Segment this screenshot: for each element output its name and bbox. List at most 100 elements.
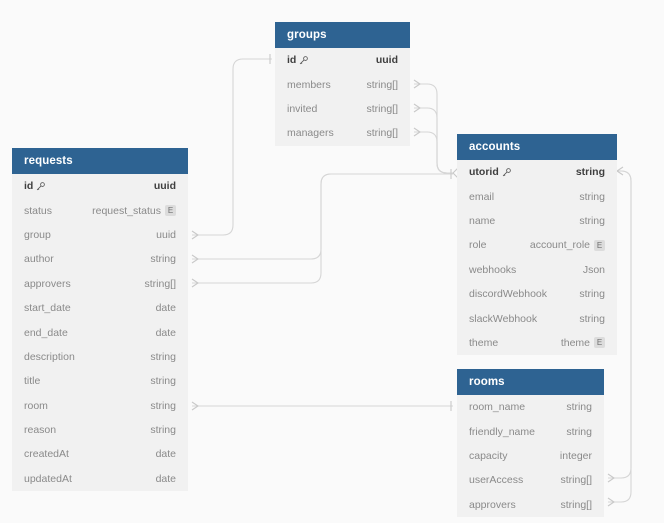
field-type: string — [579, 190, 605, 203]
field-row-accounts-webhooks[interactable]: webhooks Json — [457, 258, 617, 282]
field-row-rooms-friendly-name[interactable]: friendly_name string — [457, 419, 604, 443]
field-row-requests-reason[interactable]: reason string — [12, 418, 188, 442]
edge-groups-managers-to-accounts-utorid — [414, 131, 453, 174]
field-name: author — [24, 253, 54, 266]
edge-groups-members-to-accounts-utorid — [414, 83, 453, 174]
field-type: string[] — [366, 127, 398, 140]
field-name: userAccess — [469, 474, 524, 487]
field-type: string — [579, 312, 605, 325]
field-row-requests-title[interactable]: title string — [12, 369, 188, 393]
table-rooms[interactable]: rooms room_name string friendly_name str… — [457, 369, 604, 517]
field-row-rooms-approvers[interactable]: approvers string[] — [457, 493, 604, 517]
table-rows-requests: id uuid status request_status E group uu… — [12, 174, 188, 491]
field-row-accounts-theme[interactable]: theme theme E — [457, 331, 617, 355]
edge-requests-approvers-to-accounts-utorid — [192, 173, 453, 284]
table-requests[interactable]: requests id uuid status request_status E — [12, 148, 188, 492]
field-name: group — [24, 228, 51, 241]
table-header-accounts: accounts — [457, 134, 617, 160]
field-name: id — [287, 54, 297, 67]
field-row-requests-id[interactable]: id uuid — [12, 174, 188, 198]
field-name: role — [469, 239, 487, 252]
field-row-groups-members[interactable]: members string[] — [275, 72, 410, 96]
field-row-groups-invited[interactable]: invited string[] — [275, 97, 410, 121]
marker-rooms-useraccess — [607, 473, 615, 483]
marker-groups-managers — [413, 127, 421, 137]
field-name: id — [24, 180, 34, 193]
field-row-rooms-useraccess[interactable]: userAccess string[] — [457, 468, 604, 492]
marker-requests-group — [191, 230, 199, 240]
field-type: string[] — [366, 102, 398, 115]
field-type: string — [566, 401, 592, 414]
field-row-requests-updatedat[interactable]: updatedAt date — [12, 467, 188, 491]
key-icon — [36, 181, 46, 191]
field-type: account_role — [529, 239, 590, 252]
field-name: name — [469, 214, 496, 227]
field-type: string — [579, 288, 605, 301]
field-row-accounts-email[interactable]: email string — [457, 184, 617, 208]
field-type: uuid — [156, 228, 176, 241]
table-groups[interactable]: groups id uuid members string[] invited — [275, 22, 410, 146]
field-type: date — [155, 326, 176, 339]
enum-badge: E — [594, 239, 605, 251]
table-header-groups: groups — [275, 22, 410, 48]
field-row-requests-end-date[interactable]: end_date date — [12, 320, 188, 344]
field-row-groups-managers[interactable]: managers string[] — [275, 121, 410, 145]
field-name: room — [24, 399, 48, 412]
table-rows-accounts: utorid string email string name string r… — [457, 160, 617, 355]
field-type: string[] — [366, 78, 398, 91]
field-row-requests-room[interactable]: room string — [12, 394, 188, 418]
field-row-accounts-slackwebhook[interactable]: slackWebhook string — [457, 306, 617, 330]
field-type: date — [155, 302, 176, 315]
edge-requests-group-to-groups-id — [192, 58, 272, 236]
field-row-groups-id[interactable]: id uuid — [275, 48, 410, 72]
field-name: approvers — [469, 498, 516, 511]
edge-requests-author-to-accounts-utorid — [192, 173, 453, 260]
field-type: integer — [559, 449, 592, 462]
field-name: discordWebhook — [469, 288, 548, 301]
field-type: uuid — [375, 54, 398, 67]
field-name: slackWebhook — [469, 312, 538, 325]
field-row-requests-status[interactable]: status request_status E — [12, 198, 188, 222]
field-name: webhooks — [469, 263, 517, 276]
erd-canvas[interactable]: groups id uuid members string[] invited — [0, 0, 664, 523]
field-row-requests-description[interactable]: description string — [12, 345, 188, 369]
field-type: request_status — [92, 204, 161, 217]
field-name: email — [469, 190, 495, 203]
table-header-requests: requests — [12, 148, 188, 174]
table-rows-rooms: room_name string friendly_name string ca… — [457, 395, 604, 517]
field-type: string — [579, 214, 605, 227]
field-name: room_name — [469, 401, 526, 414]
field-row-accounts-discordwebhook[interactable]: discordWebhook string — [457, 282, 617, 306]
field-row-requests-author[interactable]: author string — [12, 247, 188, 271]
field-row-accounts-utorid[interactable]: utorid string — [457, 160, 617, 184]
marker-rooms-approvers — [607, 497, 615, 507]
field-type: string[] — [560, 474, 592, 487]
field-name: managers — [287, 127, 334, 140]
table-header-rooms: rooms — [457, 369, 604, 395]
field-name: invited — [287, 102, 318, 115]
field-type: string — [150, 424, 176, 437]
marker-groups-invited — [413, 103, 421, 113]
field-type: string — [150, 350, 176, 363]
field-type: string[] — [560, 498, 592, 511]
field-row-requests-group[interactable]: group uuid — [12, 223, 188, 247]
key-icon — [502, 167, 511, 177]
field-row-requests-createdat[interactable]: createdAt date — [12, 442, 188, 466]
field-row-accounts-name[interactable]: name string — [457, 209, 617, 233]
field-name: createdAt — [24, 448, 69, 461]
field-row-rooms-capacity[interactable]: capacity integer — [457, 444, 604, 468]
field-row-accounts-role[interactable]: role account_role E — [457, 233, 617, 257]
field-row-rooms-room-name[interactable]: room_name string — [457, 395, 604, 419]
field-type: date — [155, 448, 176, 461]
field-row-requests-start-date[interactable]: start_date date — [12, 296, 188, 320]
field-name: end_date — [24, 326, 68, 339]
field-name: utorid — [469, 166, 499, 179]
field-name: capacity — [469, 449, 508, 462]
field-name: status — [24, 204, 53, 217]
field-row-requests-approvers[interactable]: approvers string[] — [12, 272, 188, 296]
table-accounts[interactable]: accounts utorid string email string name… — [457, 134, 617, 356]
edge-groups-invited-to-accounts-utorid — [414, 107, 453, 174]
field-type: Json — [582, 263, 605, 276]
field-type: string — [150, 253, 176, 266]
field-type: date — [155, 472, 176, 485]
